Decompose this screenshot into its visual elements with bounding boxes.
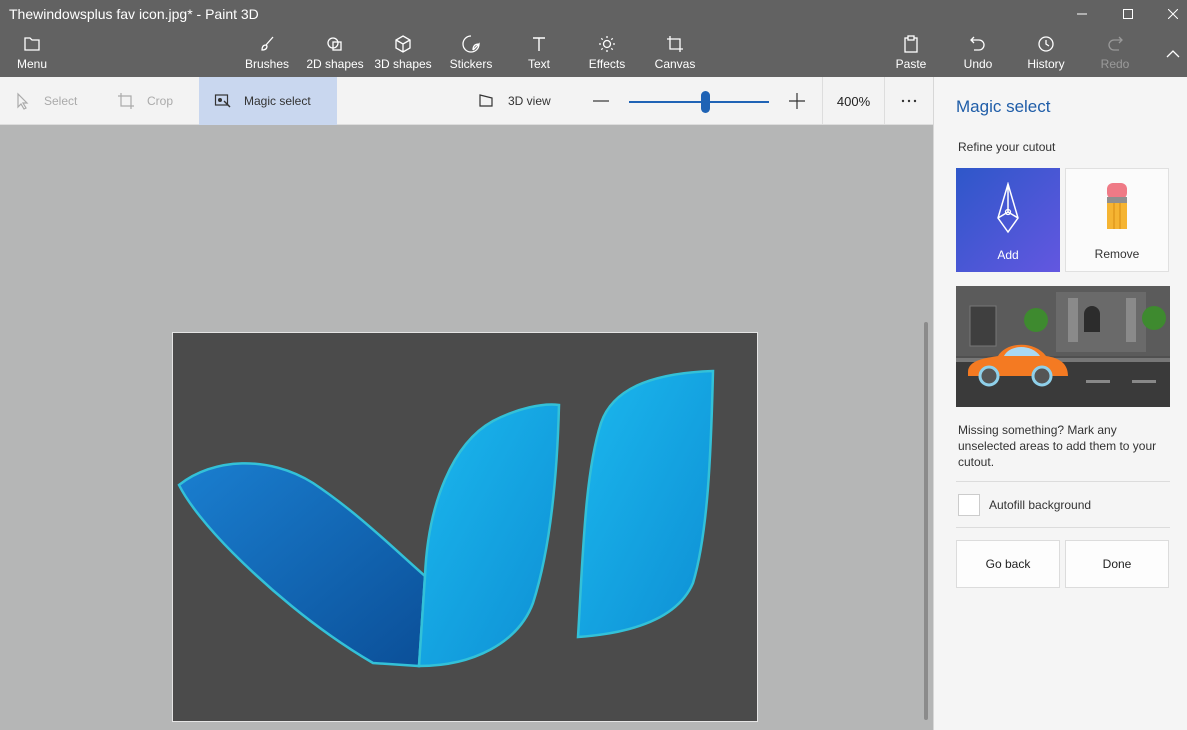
crop-label: Crop	[147, 94, 174, 108]
maximize-button[interactable]	[1105, 0, 1151, 28]
effects-label: Effects	[588, 57, 626, 71]
panel-hint-text: Missing something? Mark any unselected a…	[958, 423, 1157, 469]
logo-right-leaf	[576, 369, 715, 639]
zoom-out-button[interactable]	[592, 77, 622, 125]
select-button[interactable]: Select	[14, 77, 77, 125]
stickers-label: Stickers	[449, 57, 493, 71]
history-icon	[1038, 36, 1054, 52]
effects-icon	[599, 36, 615, 52]
drawing-canvas[interactable]	[172, 332, 758, 722]
autofill-background-checkbox[interactable]	[958, 494, 980, 516]
divider	[956, 481, 1170, 482]
more-options-button[interactable]	[900, 77, 930, 125]
cursor-icon	[17, 92, 29, 110]
magic-select-preview-image	[956, 286, 1170, 407]
menu-button[interactable]: Menu	[0, 34, 64, 74]
zoom-in-button[interactable]	[788, 77, 818, 125]
minus-icon	[593, 100, 609, 102]
text-icon	[533, 37, 545, 51]
3d-shapes-label: 3D shapes	[374, 57, 432, 71]
3d-shapes-button[interactable]: 3D shapes	[371, 34, 435, 74]
canvas-label: Canvas	[654, 57, 696, 71]
2d-shapes-button[interactable]: 2D shapes	[303, 34, 367, 74]
collapse-ribbon-button[interactable]	[1150, 40, 1187, 68]
select-label: Select	[44, 94, 78, 108]
add-label: Add	[997, 248, 1019, 262]
zoom-value[interactable]: 400%	[822, 77, 885, 125]
add-mode-button[interactable]: Add	[956, 168, 1060, 272]
undo-icon	[970, 36, 985, 51]
paste-label: Paste	[895, 57, 927, 71]
undo-label: Undo	[963, 57, 993, 71]
remove-mode-button[interactable]: Remove	[1065, 168, 1169, 272]
redo-label: Redo	[1100, 57, 1130, 71]
paste-button[interactable]: Paste	[879, 34, 943, 74]
text-label: Text	[527, 57, 550, 71]
logo-left-leaf	[177, 462, 427, 668]
close-button[interactable]	[1150, 0, 1187, 28]
more-icon	[901, 99, 917, 103]
history-label: History	[1027, 57, 1065, 71]
magic-select-button[interactable]: Magic select	[199, 77, 337, 125]
vertical-scrollbar[interactable]	[924, 322, 928, 720]
plus-icon	[789, 93, 805, 109]
magic-select-panel: Magic select Refine your cutout Add Remo…	[933, 77, 1187, 730]
stickers-icon	[462, 35, 480, 53]
redo-icon	[1108, 36, 1123, 51]
magic-select-label: Magic select	[244, 94, 311, 108]
close-icon	[1168, 9, 1178, 19]
done-button[interactable]: Done	[1065, 540, 1169, 588]
brushes-button[interactable]: Brushes	[235, 34, 299, 74]
autofill-background-label: Autofill background	[989, 498, 1092, 512]
logo-middle-leaf	[417, 403, 561, 668]
redo-button[interactable]: Redo	[1083, 34, 1147, 74]
minimize-button[interactable]	[1059, 0, 1105, 28]
car-scene-illustration	[956, 286, 1170, 407]
panel-subtitle: Refine your cutout	[958, 140, 1056, 154]
text-button[interactable]: Text	[507, 34, 571, 74]
eraser-icon	[1107, 183, 1127, 229]
ribbon: Thewindowsplus fav icon.jpg* - Paint 3D …	[0, 0, 1187, 77]
tool-options-bar: Select Crop Magic select 3D view	[0, 77, 933, 125]
2d-shapes-icon	[327, 37, 342, 51]
zoom-slider-track[interactable]	[629, 101, 769, 103]
brushes-label: Brushes	[244, 57, 290, 71]
divider	[956, 527, 1170, 528]
stickers-button[interactable]: Stickers	[439, 34, 503, 74]
3d-view-icon	[479, 94, 493, 107]
window-title: Thewindowsplus fav icon.jpg* - Paint 3D	[9, 6, 259, 22]
canvas-button[interactable]: Canvas	[643, 34, 707, 74]
effects-button[interactable]: Effects	[575, 34, 639, 74]
menu-label: Menu	[16, 57, 48, 71]
pen-nib-icon	[997, 182, 1019, 234]
zoom-slider-thumb[interactable]	[700, 91, 710, 113]
minimize-icon	[1077, 13, 1087, 15]
2d-shapes-label: 2D shapes	[306, 57, 364, 71]
logo-artwork	[177, 369, 715, 668]
remove-label: Remove	[1094, 247, 1140, 261]
canvas-icon	[667, 36, 683, 52]
3d-view-button[interactable]: 3D view	[478, 77, 551, 125]
undo-button[interactable]: Undo	[946, 34, 1010, 74]
3d-shapes-icon	[395, 35, 411, 53]
panel-title: Magic select	[956, 97, 1051, 116]
crop-button[interactable]: Crop	[117, 77, 173, 125]
maximize-icon	[1123, 9, 1133, 19]
folder-icon	[24, 37, 40, 51]
3d-view-label: 3D view	[508, 94, 551, 108]
paste-icon	[904, 35, 918, 53]
brush-icon	[261, 36, 274, 51]
history-button[interactable]: History	[1014, 34, 1078, 74]
crop-icon	[118, 93, 134, 109]
magic-select-icon	[214, 94, 231, 108]
chevron-up-icon	[1166, 50, 1180, 58]
go-back-button[interactable]: Go back	[956, 540, 1060, 588]
